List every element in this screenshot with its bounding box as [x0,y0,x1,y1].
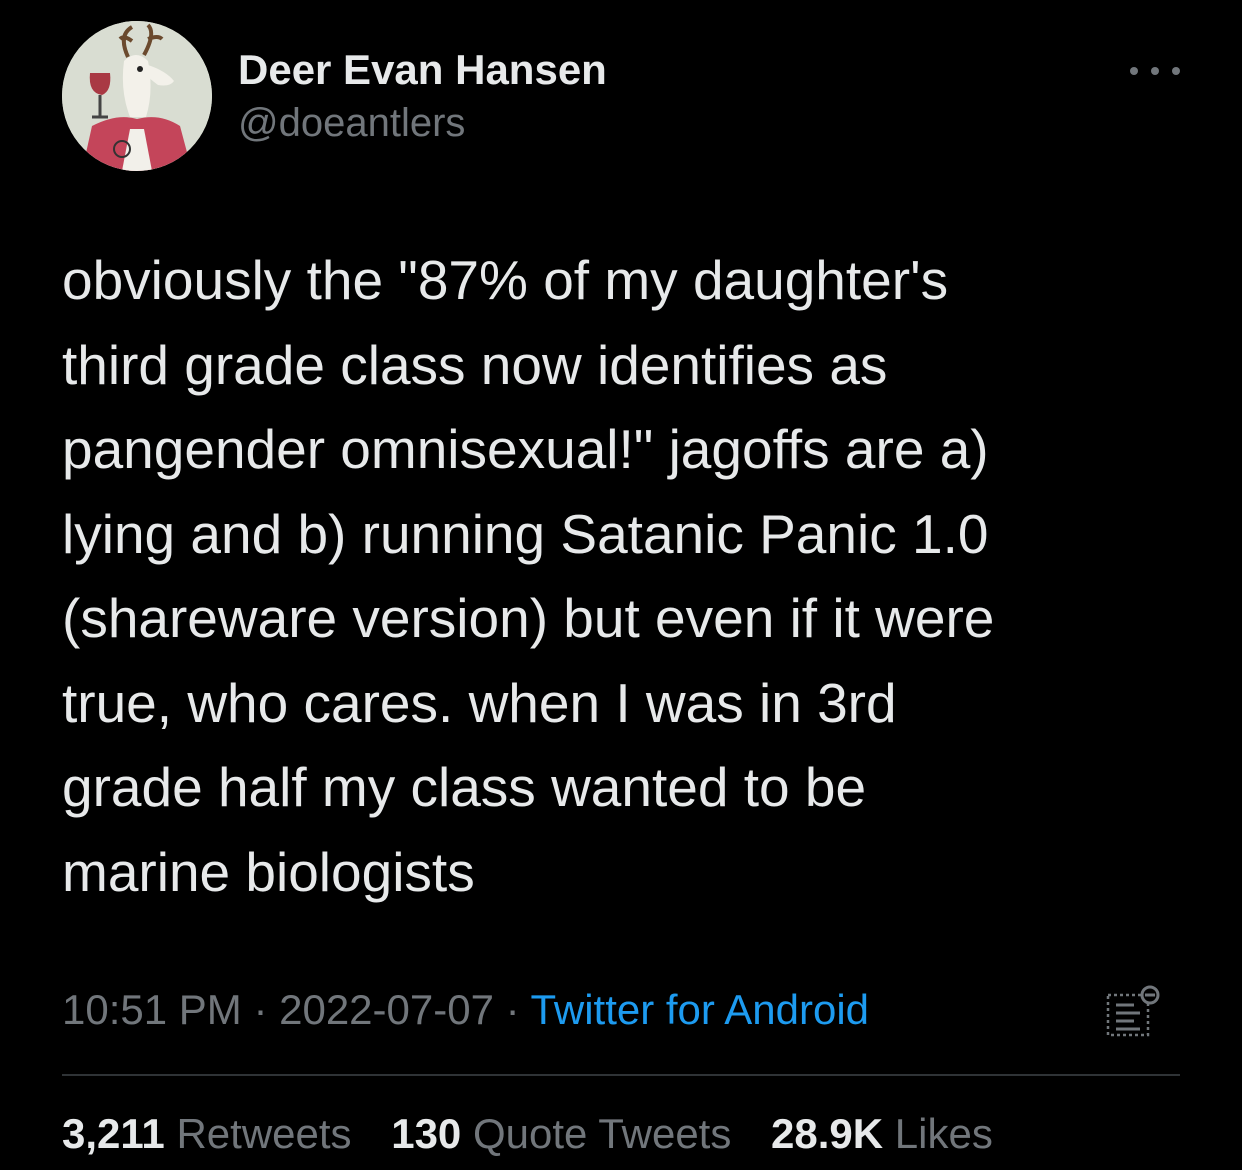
deer-avatar-image [62,21,212,171]
author-handle[interactable]: @doeantlers [238,101,465,146]
avatar[interactable] [62,21,212,171]
retweets-label: Retweets [176,1110,352,1157]
ellipsis-icon-dot [1172,67,1180,75]
likes-count: 28.9K [771,1110,884,1157]
tweet-source-link[interactable]: Twitter for Android [531,986,869,1033]
tweet-text-line: lying and b) running Satanic Panic 1.0 [62,502,989,565]
divider [62,1074,1180,1076]
tweet-text-line: true, who cares. when I was in 3rd [62,671,897,734]
analytics-icon-graphic [1106,985,1160,1037]
tweet-text-line: (shareware version) but even if it were [62,587,995,649]
meta-separator: · [241,986,280,1033]
tweet-text-line: third grade class now identifies as [62,333,888,396]
meta-separator: · [493,986,531,1033]
retweets-count: 3,211 [62,1110,165,1157]
tweet-text-line: marine biologists [62,840,475,903]
tweet-text-line: grade half my class wanted to be [62,756,867,818]
tweet-text-line: pangender omnisexual!" jagoffs are a) [62,418,989,480]
tweet-time[interactable]: 10:51 PM [62,986,242,1033]
tweet-text: obviously the "87% of my daughter's thir… [62,238,1192,914]
ellipsis-icon [1130,67,1138,75]
tweet-stats: 3,211 Retweets 130 Quote Tweets 28.9K Li… [62,1110,1021,1158]
tweet-date[interactable]: 2022-07-07 [279,986,494,1033]
author-display-name[interactable]: Deer Evan Hansen [238,46,607,94]
ellipsis-icon-dot [1151,67,1159,75]
quote-tweets-stat[interactable]: 130 Quote Tweets [391,1110,731,1157]
tweet-meta: 10:51 PM · 2022-07-07 · Twitter for Andr… [62,986,869,1034]
retweets-stat[interactable]: 3,211 Retweets [62,1110,352,1157]
quote-tweets-count: 130 [391,1110,462,1157]
tweet-text-line: obviously the "87% of my daughter's [62,249,949,311]
more-options-button[interactable] [1130,56,1180,86]
likes-stat[interactable]: 28.9K Likes [771,1110,993,1157]
tweet-analytics-icon[interactable] [1104,983,1164,1043]
likes-label: Likes [894,1110,993,1157]
quote-tweets-label: Quote Tweets [472,1110,732,1157]
